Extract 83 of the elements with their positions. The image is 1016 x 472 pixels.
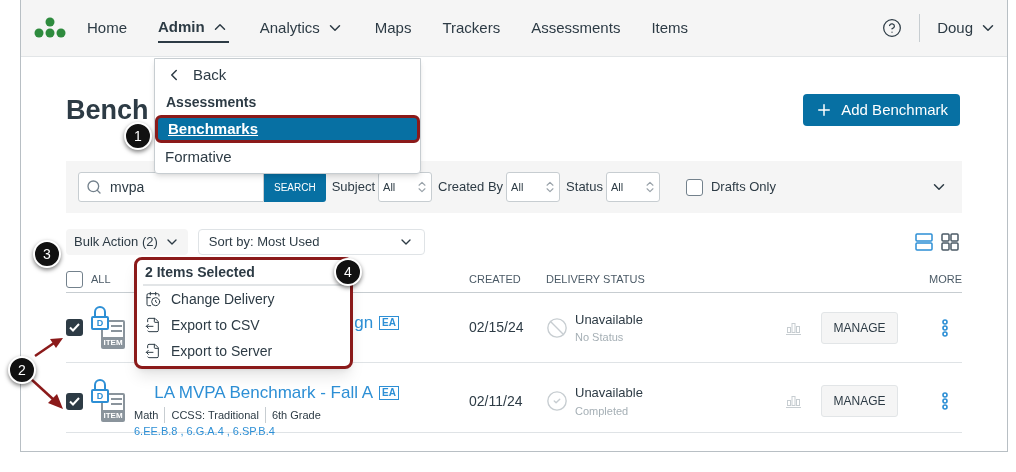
filter-label: Status	[566, 178, 603, 197]
lock-shackle-icon	[94, 305, 106, 317]
substatus-text: Completed	[575, 403, 630, 419]
check-icon	[69, 396, 80, 406]
callout-marker: 2	[8, 356, 36, 384]
manage-button[interactable]: MANAGE	[821, 385, 898, 418]
status-text: Unavailable	[575, 384, 643, 403]
search-field[interactable]: mvpa	[78, 172, 264, 202]
list-view-icon[interactable]	[915, 233, 933, 251]
check-icon	[69, 323, 80, 332]
nav-item[interactable]: Trackers	[442, 13, 501, 43]
nav-item[interactable]: Items	[651, 13, 689, 43]
menu-item[interactable]: Export to Server	[143, 338, 344, 364]
check-circle-icon	[546, 390, 568, 413]
ea-badge: EA	[379, 315, 399, 330]
meta-text: Math	[134, 407, 159, 423]
benchmark-title-link[interactable]: LA MVPA Benchmark - Fall A	[154, 380, 374, 406]
separator-text: ,	[226, 424, 230, 439]
nav-item[interactable]: Home	[87, 13, 127, 43]
meta-text: CCSS: Traditional	[164, 406, 259, 423]
separator-text: ,	[180, 424, 184, 439]
ea-badge: EA	[379, 385, 399, 400]
standard-link[interactable]: 6.SP.B.4	[232, 423, 275, 440]
menu-heading: Assessments	[165, 92, 258, 112]
standard-link[interactable]: 6.EE.B.8	[134, 423, 178, 440]
lock-letter: D	[91, 389, 109, 404]
logo-icon[interactable]	[33, 17, 67, 39]
created-date: 02/11/24	[469, 391, 524, 411]
more-options-icon[interactable]	[942, 318, 948, 337]
lock-shackle-icon	[94, 379, 106, 391]
row-checkbox[interactable]	[66, 392, 83, 410]
callout-marker: 4	[334, 258, 362, 286]
nav-item[interactable]: Maps	[374, 13, 412, 43]
nav-item[interactable]: Assessments	[531, 13, 621, 43]
menu-item[interactable]: Export to CSV	[143, 312, 344, 338]
column-header: CREATED	[469, 272, 522, 288]
menu-item[interactable]: Benchmarks	[155, 115, 420, 143]
search-button[interactable]: SEARCH	[264, 172, 326, 202]
filter-select[interactable]: All	[506, 172, 561, 202]
created-date: 02/15/24	[469, 318, 525, 337]
nav-item[interactable]: Admin	[158, 13, 229, 43]
select-all-checkbox[interactable]	[66, 271, 83, 288]
manage-button[interactable]: MANAGE	[821, 311, 898, 344]
export-icon	[145, 343, 161, 359]
column-header: MORE	[928, 272, 962, 288]
no-entry-icon	[546, 316, 568, 339]
benchmark-title-link[interactable]: gn	[354, 310, 374, 336]
drafts-checkbox[interactable]	[685, 178, 703, 196]
more-options-icon[interactable]	[942, 392, 948, 411]
filter-select[interactable]: All	[605, 172, 660, 202]
search-icon	[86, 179, 102, 195]
sort-value: Sort by: Most Used	[208, 233, 320, 252]
sort-select[interactable]: Sort by: Most Used	[197, 229, 425, 255]
standard-link[interactable]: 6.G.A.4	[186, 423, 224, 440]
page-title: Bench	[66, 96, 149, 124]
item-label: ITEM	[101, 410, 125, 423]
row-checkbox[interactable]	[66, 319, 83, 336]
menu-item[interactable]: Change Delivery	[143, 286, 344, 312]
back-item[interactable]: Back	[155, 61, 420, 89]
callout-arrow	[30, 378, 64, 410]
callout-arrow	[34, 336, 64, 358]
bulk-action-button[interactable]: Bulk Action (2)	[66, 229, 188, 255]
column-header: ALL	[91, 272, 112, 288]
status-text: Unavailable	[575, 310, 643, 329]
add-benchmark-button[interactable]: Add Benchmark	[803, 94, 960, 126]
substatus-text: No Status	[575, 330, 625, 345]
calendar-icon	[145, 291, 161, 307]
filter-label: Subject	[331, 178, 376, 197]
filter-select[interactable]: All	[378, 172, 433, 202]
help-icon[interactable]	[882, 18, 903, 38]
nav-item[interactable]: Analytics	[259, 13, 344, 43]
callout-marker: 3	[33, 240, 61, 268]
checkbox-label: Drafts Only	[710, 178, 776, 197]
search-value: mvpa	[110, 177, 145, 197]
lock-letter: D	[91, 315, 109, 330]
filter-label: Created By	[438, 178, 504, 197]
meta-text: 6th Grade	[264, 406, 321, 423]
menu-item[interactable]: Formative	[155, 143, 420, 171]
callout-marker: 1	[124, 122, 152, 150]
grid-view-icon[interactable]	[941, 233, 959, 251]
user-menu[interactable]: Doug	[937, 16, 997, 40]
column-header: DELIVERY STATUS	[546, 272, 646, 288]
export-icon	[145, 317, 161, 333]
